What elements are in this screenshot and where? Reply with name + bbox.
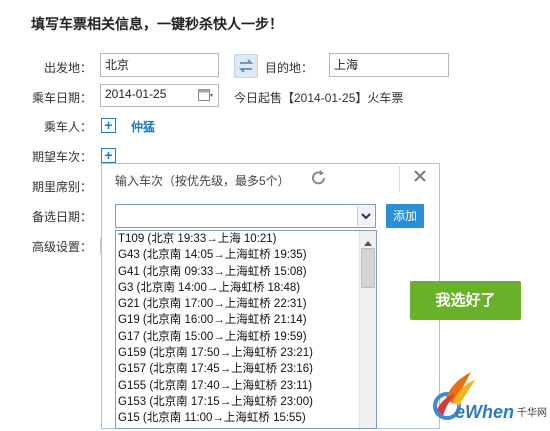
page-title: 填写车票相关信息，一键秒杀快人一步！	[31, 16, 283, 32]
train-options-list[interactable]: T109 (北京 19:33→上海 10:21) G43 (北京南 14:05→上…	[115, 230, 377, 429]
add-passenger-button[interactable]: +	[101, 118, 116, 133]
svg-text:eWhen: eWhen	[455, 402, 514, 422]
passenger-name-link[interactable]: 仲猛	[131, 118, 155, 135]
train-option[interactable]: G153 (北京南 17:15→上海虹桥 23:00)	[116, 394, 361, 410]
date-value: 2014-01-25	[105, 87, 167, 101]
train-select[interactable]	[115, 204, 376, 228]
from-label: 出发地：	[43, 61, 92, 75]
close-icon[interactable]	[413, 169, 427, 186]
backup-date-label: 备选日期：	[31, 210, 92, 224]
date-sale-hint: 今日起售【2014-01-25】火车票	[234, 91, 404, 105]
add-train-button[interactable]: +	[101, 148, 116, 163]
date-label: 乘车日期：	[31, 91, 92, 105]
options-container: T109 (北京 19:33→上海 10:21) G43 (北京南 14:05→上…	[116, 231, 361, 427]
refresh-icon[interactable]	[311, 169, 327, 190]
list-scrollbar[interactable]	[359, 231, 376, 428]
header-divider	[399, 166, 400, 192]
train-option[interactable]: G19 (北京南 16:00→上海虹桥 21:14)	[116, 312, 361, 328]
train-option[interactable]: G17 (北京南 15:00→上海虹桥 19:59)	[116, 329, 361, 345]
watermark-logo: eWhen 千华网	[425, 370, 549, 428]
train-option[interactable]: G3 (北京南 14:00→上海虹桥 18:48)	[116, 280, 361, 296]
to-input[interactable]: 上海	[329, 53, 449, 77]
scroll-thumb[interactable]	[361, 248, 375, 288]
from-input[interactable]: 北京	[100, 53, 219, 77]
train-option[interactable]: G41 (北京南 09:33→上海虹桥 15:08)	[116, 264, 361, 280]
passenger-label: 乘车人：	[43, 120, 92, 134]
train-label: 期望车次：	[31, 150, 92, 164]
submit-button[interactable]: 我选好了	[410, 281, 521, 320]
train-option[interactable]: G43 (北京南 14:05→上海虹桥 19:35)	[116, 247, 361, 263]
to-label: 目的地：	[264, 61, 313, 75]
train-option[interactable]: G157 (北京南 17:45→上海虹桥 23:16)	[116, 361, 361, 377]
train-option[interactable]: T109 (北京 19:33→上海 10:21)	[116, 231, 361, 247]
train-option[interactable]: G155 (北京南 17:40→上海虹桥 23:11)	[116, 378, 361, 394]
train-option[interactable]: G21 (北京南 17:00→上海虹桥 22:31)	[116, 296, 361, 312]
popup-hint: 输入车次（按优先级，最多5个）	[115, 174, 290, 188]
calendar-icon[interactable]	[198, 88, 214, 105]
advanced-label: 高级设置：	[31, 240, 92, 254]
train-option[interactable]: G15 (北京南 11:00→上海虹桥 15:55)	[116, 410, 361, 426]
add-train-confirm-button[interactable]: 添加	[386, 204, 424, 228]
svg-text:千华网: 千华网	[517, 406, 547, 419]
seat-label: 期里席别：	[31, 180, 92, 194]
date-input[interactable]: 2014-01-25	[100, 84, 219, 107]
scroll-up-icon[interactable]	[364, 235, 372, 249]
train-option[interactable]: G159 (北京南 17:50→上海虹桥 23:21)	[116, 345, 361, 361]
chevron-down-icon[interactable]	[357, 206, 374, 226]
